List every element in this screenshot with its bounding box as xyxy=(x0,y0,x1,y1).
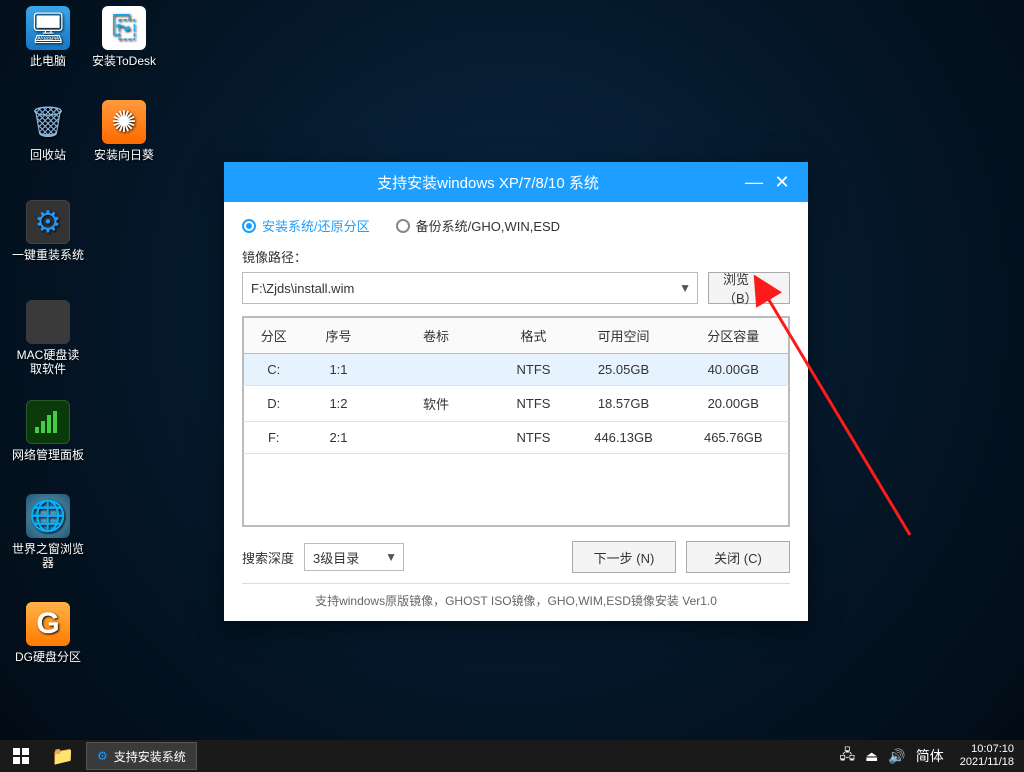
desktop-icon-recycle-bin[interactable]: 🗑 回收站 xyxy=(12,100,84,162)
dialog-titlebar[interactable]: 支持安装windows XP/7/8/10 系统 ― ✕ xyxy=(224,162,808,202)
file-explorer-button[interactable]: 📁 xyxy=(42,740,84,772)
radio-label: 备份系统/GHO,WIN,ESD xyxy=(416,216,560,235)
th-label: 卷标 xyxy=(374,318,499,354)
icon-label: 一键重装系统 xyxy=(12,248,84,262)
desktop-icon-network[interactable]: 网络管理面板 xyxy=(12,400,84,462)
globe-icon: 🌐 xyxy=(26,494,70,538)
chevron-down-icon: ▼ xyxy=(385,550,397,564)
taskbar-clock[interactable]: 10:07:10 2021/11/18 xyxy=(954,743,1014,769)
th-part: 分区 xyxy=(244,318,304,354)
table-row[interactable]: D:1:2软件NTFS18.57GB20.00GB xyxy=(244,386,789,422)
desktop-icon-reinstall[interactable]: ⚙ 一键重装系统 xyxy=(12,200,84,262)
volume-tray-icon[interactable]: 🔊 xyxy=(888,748,905,765)
start-button[interactable] xyxy=(0,740,42,772)
th-free: 可用空间 xyxy=(569,318,679,354)
apple-icon xyxy=(26,300,70,344)
depth-select[interactable]: 3级目录 ▼ xyxy=(304,543,404,571)
monitor-icon: 🖥 xyxy=(26,6,70,50)
depth-value: 3级目录 xyxy=(313,548,359,567)
th-format: 格式 xyxy=(499,318,569,354)
windows-icon xyxy=(13,748,29,764)
minimize-button[interactable]: ― xyxy=(740,168,768,196)
gear-icon: ⚙ xyxy=(26,200,70,244)
chevron-down-icon: ▼ xyxy=(679,281,691,295)
ime-indicator[interactable]: 简体 xyxy=(916,746,944,766)
mode-radios: 安装系统/还原分区 备份系统/GHO,WIN,ESD xyxy=(242,216,790,235)
th-size: 分区容量 xyxy=(679,318,789,354)
todesk-icon: ⎘ xyxy=(102,6,146,50)
icon-label: 回收站 xyxy=(12,148,84,162)
partition-table: 分区 序号 卷标 格式 可用空间 分区容量 C:1:1NTFS25.05GB40… xyxy=(242,316,790,527)
icon-label: DG硬盘分区 xyxy=(12,650,84,664)
sunflower-icon: ✺ xyxy=(102,100,146,144)
taskbar-app-label: 支持安装系统 xyxy=(114,748,186,765)
icon-label: 世界之窗浏览器 xyxy=(12,542,84,570)
radio-dot-icon xyxy=(396,219,410,233)
radio-dot-icon xyxy=(242,219,256,233)
desktop-icon-sunlogin[interactable]: ✺ 安装向日葵 xyxy=(88,100,160,162)
browse-button[interactable]: 浏览（B） xyxy=(708,272,790,304)
dialog-title: 支持安装windows XP/7/8/10 系统 xyxy=(236,172,740,193)
radio-backup[interactable]: 备份系统/GHO,WIN,ESD xyxy=(396,216,560,235)
close-button[interactable]: 关闭 (C) xyxy=(686,541,790,573)
th-index: 序号 xyxy=(304,318,374,354)
clock-date: 2021/11/18 xyxy=(960,756,1014,769)
radio-label: 安装系统/还原分区 xyxy=(262,216,370,235)
desktop-icon-mac[interactable]: MAC硬盘读取软件 xyxy=(12,300,84,376)
folder-icon: 📁 xyxy=(52,746,74,767)
path-value: F:\Zjds\install.wim xyxy=(251,281,354,296)
usb-tray-icon[interactable]: ⏏ xyxy=(865,748,878,765)
icon-label: 网络管理面板 xyxy=(12,448,84,462)
taskbar: 📁 ⚙ 支持安装系统 🖧 ⏏ 🔊 简体 10:07:10 2021/11/18 xyxy=(0,740,1024,772)
image-path-dropdown[interactable]: F:\Zjds\install.wim ▼ xyxy=(242,272,698,304)
bin-icon: 🗑 xyxy=(26,100,70,144)
table-row[interactable]: F:2:1NTFS446.13GB465.76GB xyxy=(244,422,789,454)
taskbar-app[interactable]: ⚙ 支持安装系统 xyxy=(86,742,197,770)
table-row[interactable]: C:1:1NTFS25.05GB40.00GB xyxy=(244,354,789,386)
icon-label: MAC硬盘读取软件 xyxy=(12,348,84,376)
path-label: 镜像路径： xyxy=(242,247,790,266)
dg-icon: G xyxy=(26,602,70,646)
desktop-icon-dg[interactable]: G DG硬盘分区 xyxy=(12,602,84,664)
depth-label: 搜索深度 xyxy=(242,548,294,567)
table-header-row: 分区 序号 卷标 格式 可用空间 分区容量 xyxy=(244,318,789,354)
clock-time: 10:07:10 xyxy=(960,743,1014,756)
network-icon xyxy=(26,400,70,444)
gear-icon: ⚙ xyxy=(97,749,108,763)
next-button[interactable]: 下一步 (N) xyxy=(572,541,676,573)
dialog-body: 安装系统/还原分区 备份系统/GHO,WIN,ESD 镜像路径： F:\Zjds… xyxy=(224,202,808,621)
icon-label: 安装ToDesk xyxy=(88,54,160,68)
system-tray: 🖧 ⏏ 🔊 简体 10:07:10 2021/11/18 xyxy=(839,743,1024,769)
icon-label: 安装向日葵 xyxy=(88,148,160,162)
radio-install[interactable]: 安装系统/还原分区 xyxy=(242,216,370,235)
desktop-icon-browser[interactable]: 🌐 世界之窗浏览器 xyxy=(12,494,84,570)
desktop-icon-todesk[interactable]: ⎘ 安装ToDesk xyxy=(88,6,160,68)
desktop-icon-this-pc[interactable]: 🖥 此电脑 xyxy=(12,6,84,68)
network-tray-icon[interactable]: 🖧 xyxy=(839,744,855,768)
dialog-footer: 支持windows原版镜像，GHOST ISO镜像，GHO,WIM,ESD镜像安… xyxy=(242,583,790,611)
icon-label: 此电脑 xyxy=(12,54,84,68)
install-dialog: 支持安装windows XP/7/8/10 系统 ― ✕ 安装系统/还原分区 备… xyxy=(224,162,808,621)
close-icon[interactable]: ✕ xyxy=(768,168,796,196)
